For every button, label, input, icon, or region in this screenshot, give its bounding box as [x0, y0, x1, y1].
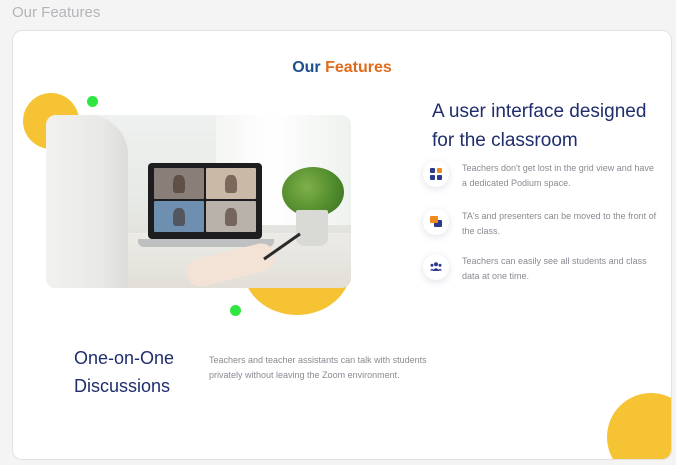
video-tile: [154, 168, 204, 199]
discussions-heading: One-on-One Discussions: [74, 348, 175, 396]
video-tile: [154, 201, 204, 232]
photo-plant-pot: [296, 210, 328, 246]
section-title-primary: Our: [292, 59, 321, 76]
classroom-video-call-photo: [46, 115, 351, 288]
discussions-text: Teachers and teacher assistants can talk…: [209, 355, 427, 380]
feature-text: Teachers can easily see all students and…: [462, 256, 647, 281]
feature-text: Teachers don't get lost in the grid view…: [462, 163, 654, 188]
video-tile: [206, 201, 256, 232]
feature-text: TA's and presenters can be moved to the …: [462, 211, 657, 236]
photo-video-grid: [154, 168, 256, 232]
section-title-accent: Features: [325, 59, 392, 76]
decorative-green-dot: [230, 305, 241, 316]
decorative-green-dot: [87, 96, 98, 107]
move-windows-icon: [423, 209, 449, 235]
video-tile: [206, 168, 256, 199]
features-card: Our Features A user interface designed f…: [12, 30, 672, 460]
decorative-yellow-circle: [607, 393, 671, 459]
page-label: Our Features: [12, 4, 101, 21]
photo-person: [46, 115, 128, 288]
grid-view-icon: [423, 161, 449, 187]
section-title: Our Features: [13, 59, 671, 77]
students-group-icon: [423, 254, 449, 280]
main-heading: A user interface designed for the classr…: [432, 101, 647, 151]
